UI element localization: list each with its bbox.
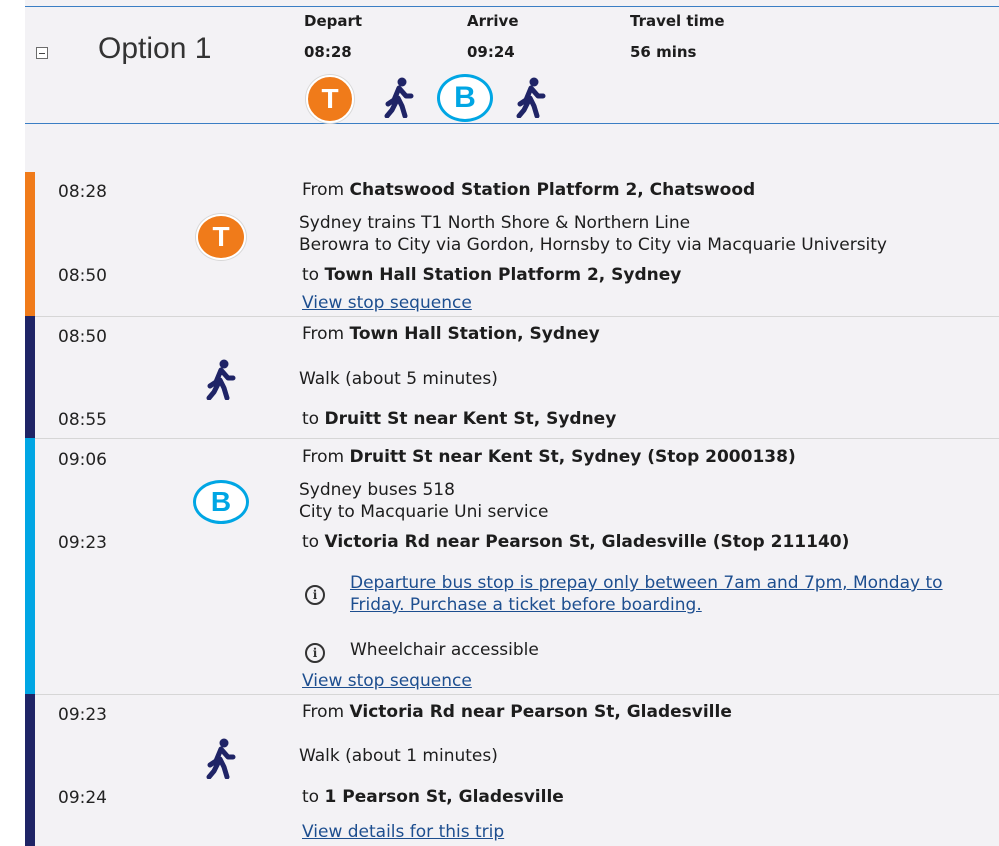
leg-route: City to Macquarie Uni service xyxy=(299,502,549,522)
leg-end-time: 09:24 xyxy=(58,788,107,808)
header-top-rule xyxy=(25,6,999,7)
train-icon: T xyxy=(196,214,246,260)
leg-destination: to 1 Pearson St, Gladesville xyxy=(302,787,564,807)
bus-icon: B xyxy=(437,74,493,122)
depart-time: 08:28 xyxy=(304,43,352,61)
prepay-notice-link[interactable]: Departure bus stop is prepay only betwee… xyxy=(350,573,943,593)
leg-destination: to Town Hall Station Platform 2, Sydney xyxy=(302,265,682,285)
train-icon: T xyxy=(306,75,354,123)
walk-segment-bar xyxy=(25,694,35,846)
walk-duration: Walk (about 1 minutes) xyxy=(299,746,498,766)
leg-end-time: 09:23 xyxy=(58,533,107,553)
option-title[interactable]: Option 1 xyxy=(98,32,211,66)
walk-segment-bar xyxy=(25,316,35,438)
bus-segment-bar xyxy=(25,438,35,694)
prepay-notice-link-line2[interactable]: Friday. Purchase a ticket before boardin… xyxy=(350,595,702,615)
leg-start-time: 08:50 xyxy=(58,327,107,347)
walk-icon xyxy=(384,77,414,118)
leg-end-time: 08:50 xyxy=(58,266,107,286)
view-trip-details-link[interactable]: View details for this trip xyxy=(302,822,504,842)
view-stop-sequence-link[interactable]: View stop sequence xyxy=(302,671,472,691)
leg-origin: From Victoria Rd near Pearson St, Glades… xyxy=(302,702,732,722)
leg-destination: to Victoria Rd near Pearson St, Gladesvi… xyxy=(302,532,850,552)
depart-label: Depart xyxy=(304,12,363,30)
view-stop-sequence-link[interactable]: View stop sequence xyxy=(302,293,472,313)
leg-origin: From Town Hall Station, Sydney xyxy=(302,324,600,344)
header-bottom-rule xyxy=(25,123,999,124)
leg-divider xyxy=(35,316,999,317)
leg-start-time: 09:23 xyxy=(58,705,107,725)
info-icon: i xyxy=(305,643,325,663)
leg-start-time: 08:28 xyxy=(58,182,107,202)
walk-icon xyxy=(206,738,236,779)
walk-icon xyxy=(516,77,546,118)
leg-origin: From Chatswood Station Platform 2, Chats… xyxy=(302,180,756,200)
leg-service: Sydney buses 518 xyxy=(299,480,455,500)
leg-end-time: 08:55 xyxy=(58,410,107,430)
leg-divider xyxy=(35,694,999,695)
arrive-label: Arrive xyxy=(467,12,519,30)
leg-service: Sydney trains T1 North Shore & Northern … xyxy=(299,213,691,233)
travel-time-value: 56 mins xyxy=(630,43,697,61)
arrive-time: 09:24 xyxy=(467,43,515,61)
collapse-icon[interactable] xyxy=(36,47,48,59)
leg-divider xyxy=(35,438,999,439)
travel-time-label: Travel time xyxy=(630,12,725,30)
leg-destination: to Druitt St near Kent St, Sydney xyxy=(302,409,617,429)
train-segment-bar xyxy=(25,172,35,316)
bus-icon: B xyxy=(193,480,249,524)
leg-route: Berowra to City via Gordon, Hornsby to C… xyxy=(299,235,887,255)
walk-duration: Walk (about 5 minutes) xyxy=(299,369,498,389)
info-icon: i xyxy=(305,585,325,605)
wheelchair-accessible-note: Wheelchair accessible xyxy=(350,640,539,660)
leg-start-time: 09:06 xyxy=(58,450,107,470)
leg-origin: From Druitt St near Kent St, Sydney (Sto… xyxy=(302,447,796,467)
trip-option-panel: Option 1 Depart 08:28 Arrive 09:24 Trave… xyxy=(0,0,999,846)
walk-icon xyxy=(206,359,236,400)
